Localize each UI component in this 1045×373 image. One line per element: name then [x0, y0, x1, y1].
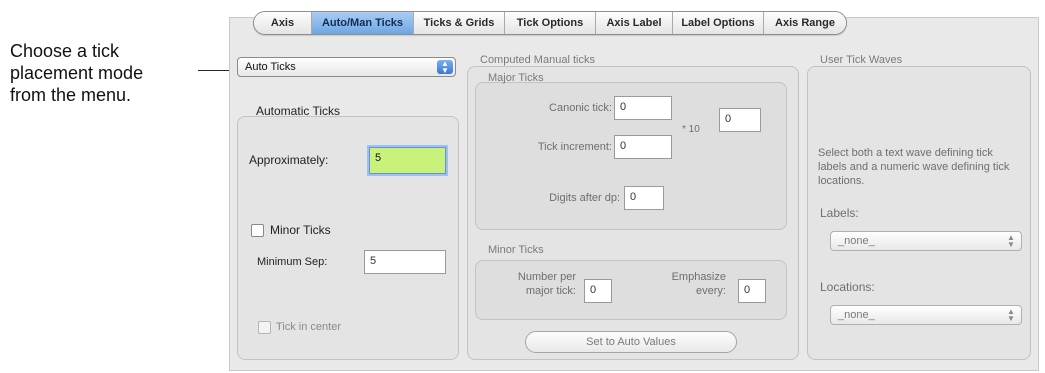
approximately-field[interactable]: 5 — [369, 147, 446, 174]
exponent-field[interactable]: 0 — [719, 108, 761, 132]
computed-manual-title: Computed Manual ticks — [480, 54, 595, 66]
tick-increment-field[interactable]: 0 — [614, 135, 672, 159]
tab-axis[interactable]: Axis — [254, 12, 311, 34]
number-per-label-line-2: major tick: — [525, 285, 576, 297]
number-per-label-line-1: Number per — [517, 271, 576, 283]
digits-after-dp-label: Digits after dp: — [549, 192, 620, 204]
tab-tick-options[interactable]: Tick Options — [504, 12, 595, 34]
popup-arrows-icon: ▲ ▼ — [1007, 307, 1015, 323]
tab-label-options[interactable]: Label Options — [672, 12, 763, 34]
digits-after-dp-field[interactable]: 0 — [624, 186, 664, 210]
callout-line — [198, 70, 230, 71]
minor-ticks-checkbox[interactable] — [251, 224, 264, 237]
times-ten-label: * 10 — [682, 124, 700, 135]
labels-wave-value: _none_ — [838, 235, 875, 247]
popup-arrows-icon: ▲ ▼ — [437, 60, 453, 75]
tab-auto-man-ticks[interactable]: Auto/Man Ticks — [311, 12, 413, 34]
locations-wave-value: _none_ — [838, 309, 875, 321]
minor-ticks-title: Minor Ticks — [488, 244, 544, 256]
user-tick-waves-title: User Tick Waves — [820, 54, 903, 66]
automatic-ticks-title: Automatic Ticks — [256, 104, 341, 118]
emphasize-label-line-1: Emphasize — [671, 271, 726, 283]
tick-in-center-label: Tick in center — [276, 321, 342, 333]
number-per-major-field[interactable]: 0 — [584, 279, 612, 303]
tick-mode-value: Auto Ticks — [245, 61, 296, 73]
canonic-tick-field[interactable]: 0 — [614, 96, 672, 120]
emphasize-label-line-2: every: — [696, 285, 726, 297]
tick-mode-popup[interactable]: Auto Ticks ▲ ▼ — [237, 57, 456, 77]
emphasize-every-field[interactable]: 0 — [738, 279, 766, 303]
tab-ticks-grids[interactable]: Ticks & Grids — [413, 12, 504, 34]
labels-wave-popup[interactable]: _none_ ▲ ▼ — [830, 231, 1022, 251]
emphasize-every-label: Emphasize every: — [640, 270, 726, 298]
locations-label: Locations: — [820, 280, 875, 294]
labels-label: Labels: — [820, 206, 859, 220]
minimum-sep-label: Minimum Sep: — [257, 256, 328, 268]
tab-axis-range[interactable]: Axis Range — [763, 12, 846, 34]
minimum-sep-field[interactable]: 5 — [364, 250, 446, 274]
tab-axis-label[interactable]: Axis Label — [595, 12, 672, 34]
callout-text: Choose a tick placement mode from the me… — [10, 41, 144, 105]
approximately-label: Approximately: — [249, 153, 329, 167]
locations-wave-popup[interactable]: _none_ ▲ ▼ — [830, 305, 1022, 325]
tick-in-center-checkbox[interactable] — [258, 321, 271, 334]
number-per-major-label: Number per major tick: — [490, 270, 576, 298]
canonic-tick-label: Canonic tick: — [549, 102, 612, 114]
tab-bar: Axis Auto/Man Ticks Ticks & Grids Tick O… — [253, 11, 847, 35]
tick-increment-label: Tick increment: — [537, 141, 612, 153]
popup-arrows-icon: ▲ ▼ — [1007, 233, 1015, 249]
minor-ticks-label: Minor Ticks — [270, 223, 331, 237]
user-tick-waves-description: Select both a text wave defining tick la… — [818, 147, 1010, 187]
major-ticks-title: Major Ticks — [488, 72, 544, 84]
set-to-auto-values-button[interactable]: Set to Auto Values — [525, 331, 737, 353]
